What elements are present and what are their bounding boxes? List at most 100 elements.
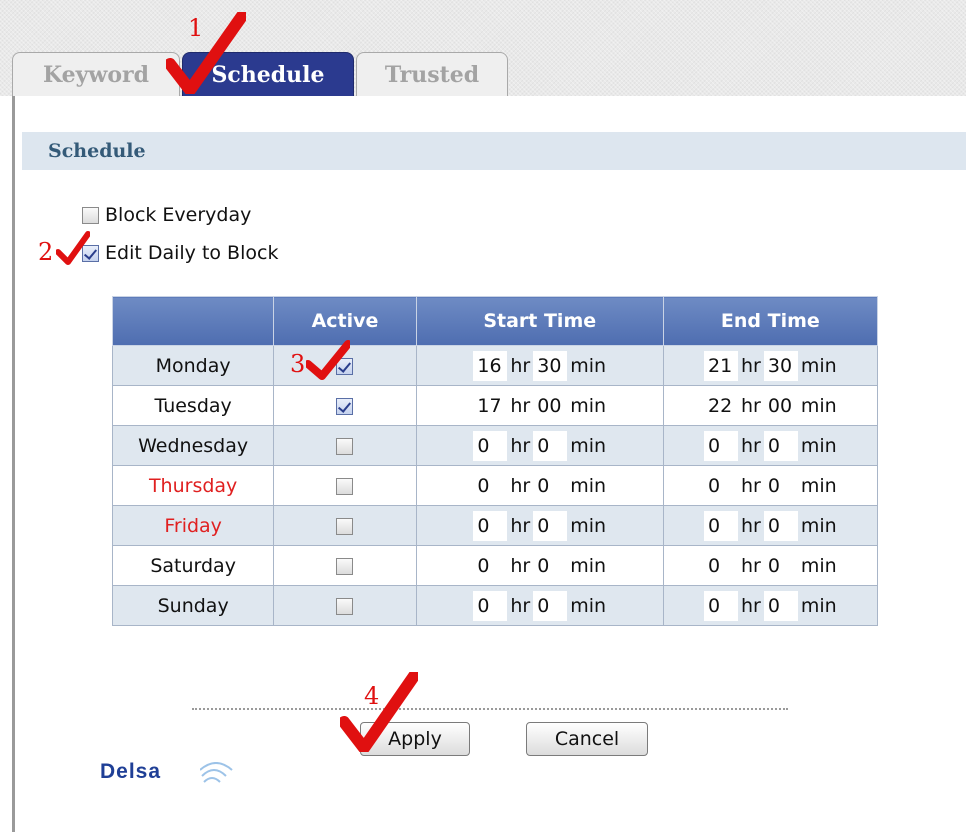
end-hour-input[interactable]: 0 (704, 470, 739, 501)
hour-unit-label: hr (741, 554, 761, 577)
table-row: Friday 0 hr 0 min 0 hr 0 min (111, 505, 879, 546)
start-minute-input[interactable]: 0 (533, 430, 568, 461)
minute-unit-label: min (800, 514, 837, 537)
tab-keyword[interactable]: Keyword (12, 52, 180, 98)
end-time-group: 0 hr 0 min (704, 470, 837, 501)
annotation-number-3: 3 (290, 350, 306, 378)
start-minute-input[interactable]: 30 (533, 350, 568, 381)
start-hour-input[interactable]: 17 (473, 390, 508, 421)
schedule-table: Active Start Time End Time Monday 16 hr … (111, 296, 879, 626)
end-hour-input[interactable]: 0 (704, 510, 739, 541)
minute-unit-label: min (570, 594, 607, 617)
end-time-group: 0 hr 0 min (704, 430, 837, 461)
day-name: Sunday (111, 585, 275, 626)
minute-unit-label: min (800, 354, 837, 377)
active-cell (273, 505, 417, 546)
minute-unit-label: min (570, 394, 607, 417)
start-hour-input[interactable]: 0 (473, 510, 508, 541)
cancel-button[interactable]: Cancel (526, 722, 648, 756)
day-name: Thursday (111, 465, 275, 506)
table-row: Saturday 0 hr 0 min 0 hr 0 min (111, 545, 879, 586)
day-active-checkbox[interactable] (336, 477, 354, 495)
start-minute-input[interactable]: 00 (533, 390, 568, 421)
active-cell (273, 545, 417, 586)
minute-unit-label: min (800, 394, 837, 417)
end-time-group: 0 hr 0 min (704, 550, 837, 581)
start-hour-input[interactable]: 0 (473, 470, 508, 501)
wireless-waves-icon (200, 762, 233, 783)
end-time-cell: 22 hr 00 min (662, 385, 879, 426)
end-minute-input[interactable]: 00 (763, 390, 798, 421)
active-cell (273, 465, 417, 506)
end-time-group: 22 hr 00 min (704, 390, 837, 421)
start-hour-input[interactable]: 16 (473, 350, 508, 381)
start-time-group: 0 hr 0 min (473, 430, 607, 461)
end-time-cell: 0 hr 0 min (662, 585, 879, 626)
end-minute-input[interactable]: 0 (763, 550, 798, 581)
hour-unit-label: hr (741, 474, 761, 497)
end-time-cell: 0 hr 0 min (662, 505, 879, 546)
delsa-logo: Delsa (100, 760, 162, 783)
end-minute-input[interactable]: 0 (763, 590, 798, 621)
start-time-cell: 0 hr 0 min (415, 505, 664, 546)
start-time-cell: 0 hr 0 min (415, 465, 664, 506)
edit-daily-label: Edit Daily to Block (105, 242, 279, 264)
start-hour-input[interactable]: 0 (473, 590, 508, 621)
end-hour-input[interactable]: 0 (704, 550, 739, 581)
edit-daily-option[interactable]: Edit Daily to Block (82, 242, 278, 264)
start-hour-input[interactable]: 0 (473, 550, 508, 581)
end-minute-input[interactable]: 0 (763, 470, 798, 501)
day-active-checkbox[interactable] (336, 397, 354, 415)
red-checkmark-icon (306, 340, 350, 380)
day-active-checkbox[interactable] (336, 597, 354, 615)
end-hour-input[interactable]: 0 (704, 430, 739, 461)
hour-unit-label: hr (741, 514, 761, 537)
block-everyday-option[interactable]: Block Everyday (82, 204, 251, 226)
start-time-group: 0 hr 0 min (473, 550, 607, 581)
section-header: Schedule (22, 132, 966, 170)
day-active-checkbox[interactable] (336, 517, 354, 535)
end-time-cell: 0 hr 0 min (662, 545, 879, 586)
table-row: Wednesday 0 hr 0 min 0 hr 0 min (111, 425, 879, 466)
red-checkmark-icon (166, 12, 246, 94)
end-minute-input[interactable]: 0 (763, 430, 798, 461)
start-minute-input[interactable]: 0 (533, 510, 568, 541)
minute-unit-label: min (800, 594, 837, 617)
day-active-checkbox[interactable] (336, 437, 354, 455)
table-row: Sunday 0 hr 0 min 0 hr 0 min (111, 585, 879, 626)
end-time-cell: 0 hr 0 min (662, 465, 879, 506)
hour-unit-label: hr (510, 474, 531, 497)
hour-unit-label: hr (510, 354, 531, 377)
table-row: Tuesday 17 hr 00 min 22 hr 00 min (111, 385, 879, 426)
end-minute-input[interactable]: 30 (763, 350, 798, 381)
divider (192, 708, 788, 710)
red-checkmark-icon (340, 672, 418, 752)
hour-unit-label: hr (510, 594, 531, 617)
minute-unit-label: min (800, 474, 837, 497)
start-time-group: 0 hr 0 min (473, 470, 606, 501)
start-time-cell: 0 hr 0 min (415, 545, 664, 586)
minute-unit-label: min (800, 434, 837, 457)
start-minute-input[interactable]: 0 (533, 550, 568, 581)
active-cell (273, 585, 417, 626)
hour-unit-label: hr (741, 594, 761, 617)
start-minute-input[interactable]: 0 (533, 470, 568, 501)
minute-unit-label: min (570, 554, 607, 577)
end-minute-input[interactable]: 0 (763, 510, 798, 541)
schedule-table-header: Active Start Time End Time (111, 296, 879, 346)
start-time-cell: 17 hr 00 min (415, 385, 664, 426)
tab-trusted[interactable]: Trusted (356, 52, 508, 98)
block-everyday-checkbox[interactable] (82, 206, 99, 224)
start-time-cell: 0 hr 0 min (415, 585, 664, 626)
hour-unit-label: hr (510, 514, 531, 537)
minute-unit-label: min (570, 434, 607, 457)
end-hour-input[interactable]: 22 (704, 390, 739, 421)
active-cell (273, 385, 417, 426)
header-day (111, 296, 275, 346)
end-hour-input[interactable]: 0 (704, 590, 739, 621)
header-end-time: End Time (662, 296, 879, 346)
day-active-checkbox[interactable] (336, 557, 354, 575)
start-minute-input[interactable]: 0 (533, 590, 568, 621)
end-hour-input[interactable]: 21 (704, 350, 739, 381)
start-hour-input[interactable]: 0 (473, 430, 508, 461)
